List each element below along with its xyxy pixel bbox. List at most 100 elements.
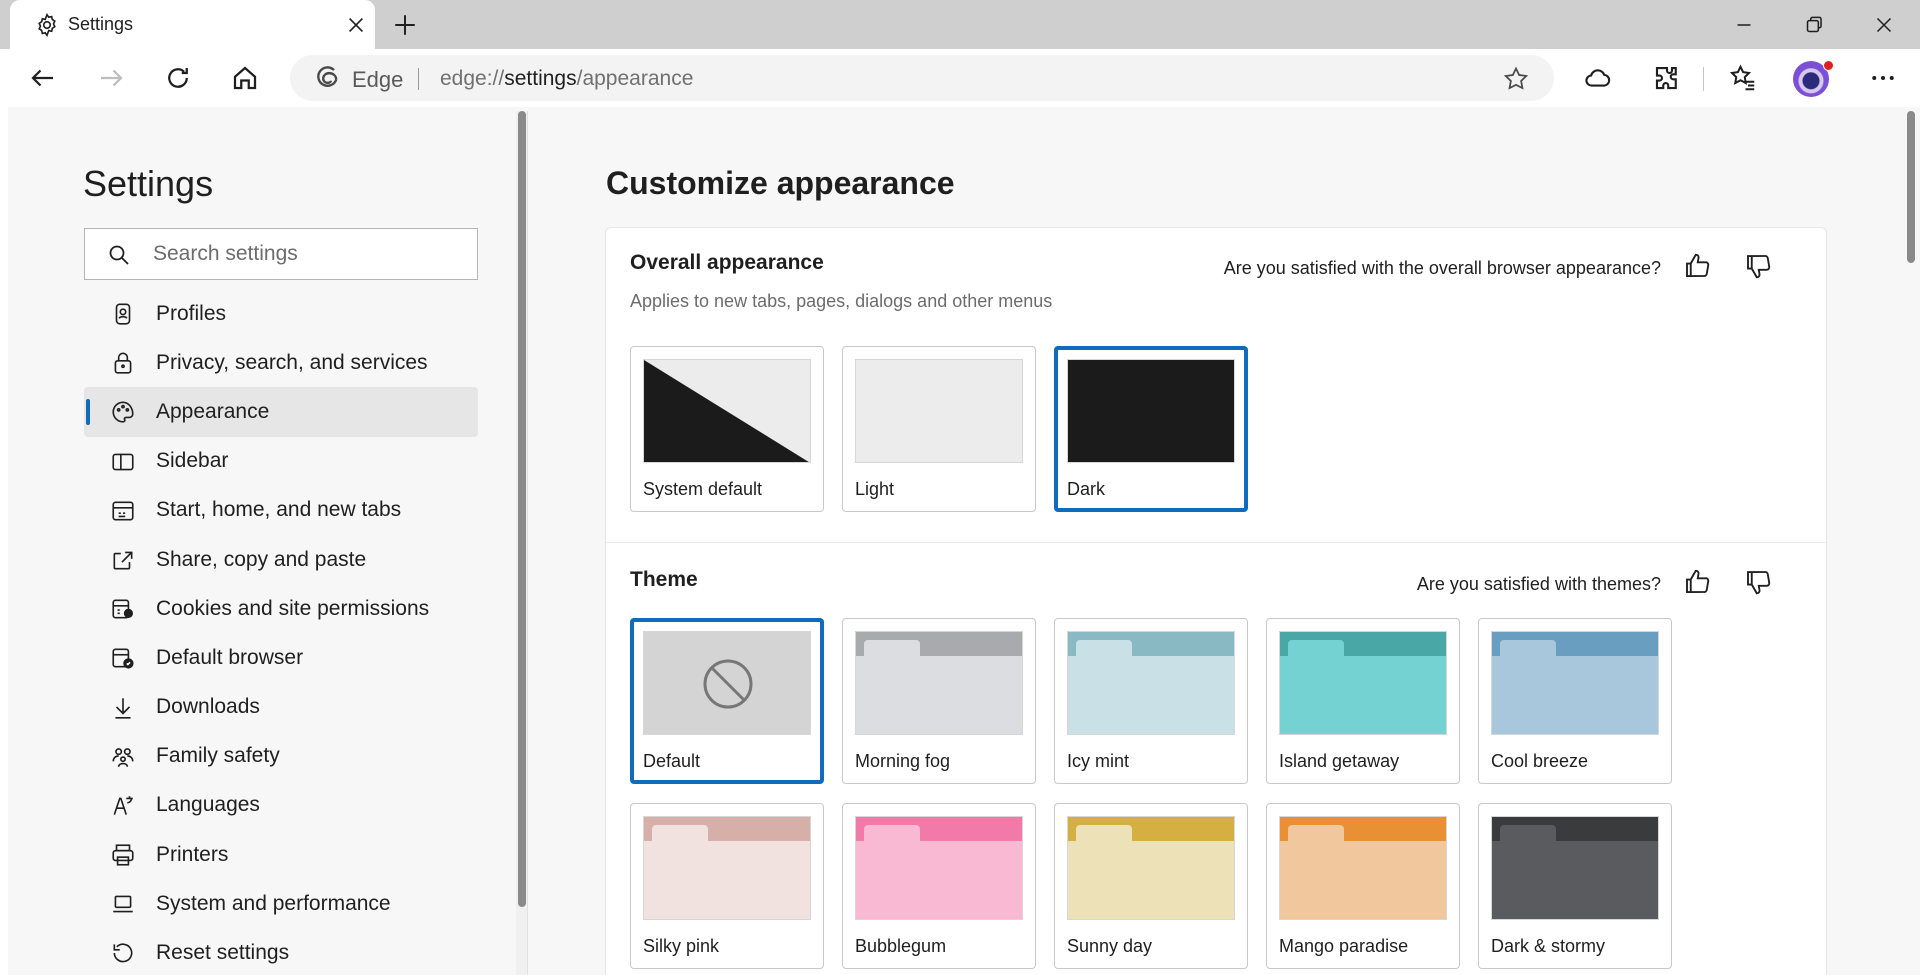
favorites-icon[interactable] [1728,63,1758,93]
sidebar-item-profiles[interactable]: Profiles [84,289,478,338]
sidebar-item-reset-settings[interactable]: Reset settings [84,928,478,975]
title-bar: Settings [0,0,1920,49]
sidebar-nav: Profiles Privacy, search, and services App… [84,289,478,975]
theme-option-mango-paradise[interactable]: Mango paradise [1266,803,1460,969]
theme-title: Theme [630,568,698,591]
sidebar-item-default-browser[interactable]: Default browser [84,633,478,682]
theme-preview [1491,631,1659,735]
theme-option-icy-mint[interactable]: Icy mint [1054,618,1248,784]
theme-preview [855,631,1023,735]
appearance-option-label: System default [643,479,763,499]
sidebar-item-system-and-performance[interactable]: System and performance [84,879,478,928]
toolbar-divider [1703,67,1704,91]
appearance-card: Overall appearance Applies to new tabs, … [605,227,1828,975]
theme-option-label: Icy mint [1067,751,1130,771]
sidebar-item-downloads[interactable]: Downloads [84,683,478,732]
theme-thumbs-up-icon[interactable] [1682,567,1712,597]
profiles-icon [115,303,131,325]
section-divider [606,542,1828,543]
appearance-option-label: Light [855,479,895,499]
theme-folder-preview [1492,632,1658,734]
tab-settings[interactable]: Settings [10,0,375,49]
sidebar-item-label: Sidebar [156,449,229,473]
address-bar[interactable]: Edge edge://settings/appearance [290,55,1554,101]
sidebar-title: Settings [83,163,214,204]
sidebar-scroll-thumb[interactable] [518,111,526,907]
forward-icon[interactable] [96,63,126,93]
search-input[interactable] [153,239,463,269]
back-icon[interactable] [28,63,58,93]
sidebar-item-languages[interactable]: Languages [84,781,478,830]
palette-icon [112,401,134,423]
theme-option-label: Sunny day [1067,936,1153,956]
theme-option-default[interactable]: Default [630,618,824,784]
theme-folder-preview [1280,632,1446,734]
sidebar-item-appearance[interactable]: Appearance [84,387,478,437]
theme-option-morning-fog[interactable]: Morning fog [842,618,1036,784]
favorite-star-icon[interactable] [1502,65,1530,93]
theme-option-label: Bubblegum [855,936,947,956]
tab-title: Settings [68,14,134,34]
refresh-icon[interactable] [163,63,193,93]
minimize-icon[interactable] [1731,12,1757,38]
search-icon [109,245,129,265]
extensions-icon[interactable] [1652,63,1682,93]
restore-icon[interactable] [1801,12,1827,38]
theme-option-silky-pink[interactable]: Silky pink [630,803,824,969]
search-box[interactable] [84,228,478,280]
family-icon [112,747,134,767]
theme-option-label: Dark & stormy [1491,936,1606,956]
thumbs-down-icon[interactable] [1743,251,1773,281]
sidebar-item-share-copy-and-paste[interactable]: Share, copy and paste [84,535,478,584]
sidebar-item-family-safety[interactable]: Family safety [84,732,478,781]
new-tab-icon[interactable] [392,12,418,38]
theme-option-label: Island getaway [1279,751,1400,771]
page-title: Customize appearance [606,165,955,201]
download-icon [115,697,131,719]
appearance-option-light[interactable]: Light [842,346,1036,512]
theme-preview [1067,631,1235,735]
toolbar: Edge edge://settings/appearance [0,49,1920,107]
theme-option-cool-breeze[interactable]: Cool breeze [1478,618,1672,784]
theme-option-bubblegum[interactable]: Bubblegum [842,803,1036,969]
theme-option-label: Mango paradise [1279,936,1409,956]
theme-option-label: Default [643,751,701,771]
edge-logo-icon [317,66,338,87]
overall-feedback-question: Are you satisfied with the overall brows… [1223,258,1661,278]
main-scroll-thumb[interactable] [1907,111,1915,263]
reset-icon [113,943,133,963]
theme-preview [643,631,811,735]
home-icon[interactable] [230,63,260,93]
no-theme-icon [644,632,810,734]
theme-preview [1067,816,1235,920]
theme-option-island-getaway[interactable]: Island getaway [1266,618,1460,784]
main-scrollbar[interactable] [1902,107,1920,975]
appearance-option-dark[interactable]: Dark [1054,346,1248,512]
url-text[interactable]: edge://settings/appearance [440,67,693,91]
theme-preview [1279,816,1447,920]
cookies-icon [112,599,134,619]
sidebar-scrollbar[interactable] [516,111,528,975]
sidebar-item-printers[interactable]: Printers [84,830,478,879]
settings-sidebar: Settings Profiles Privacy, search, and se… [8,111,528,975]
sidebar-item-cookies-and-site-permissions[interactable]: Cookies and site permissions [84,584,478,633]
more-options-icon[interactable] [1868,63,1898,93]
sidebar-item-label: Downloads [156,695,260,719]
theme-option-sunny-day[interactable]: Sunny day [1054,803,1248,969]
appearance-option-system-default[interactable]: System default [630,346,824,512]
theme-folder-preview [1068,632,1234,734]
appearance-option-label: Dark [1067,479,1106,499]
sidebar-item-sidebar[interactable]: Sidebar [84,437,478,486]
sidebar-item-label: Family safety [156,744,280,768]
theme-option-dark-stormy[interactable]: Dark & stormy [1478,803,1672,969]
address-separator [418,68,419,90]
theme-thumbs-down-icon[interactable] [1743,567,1773,597]
close-window-icon[interactable] [1871,12,1897,38]
sidebar-item-label: Profiles [156,301,227,325]
sidebar-item-privacy-search-and-services[interactable]: Privacy, search, and services [84,338,478,387]
cloud-sync-icon[interactable] [1583,63,1613,93]
sidebar-item-start-home-and-new-tabs[interactable]: Start, home, and new tabs [84,486,478,535]
languages-icon [113,796,133,815]
close-tab-icon[interactable] [345,14,367,36]
thumbs-up-icon[interactable] [1682,251,1712,281]
